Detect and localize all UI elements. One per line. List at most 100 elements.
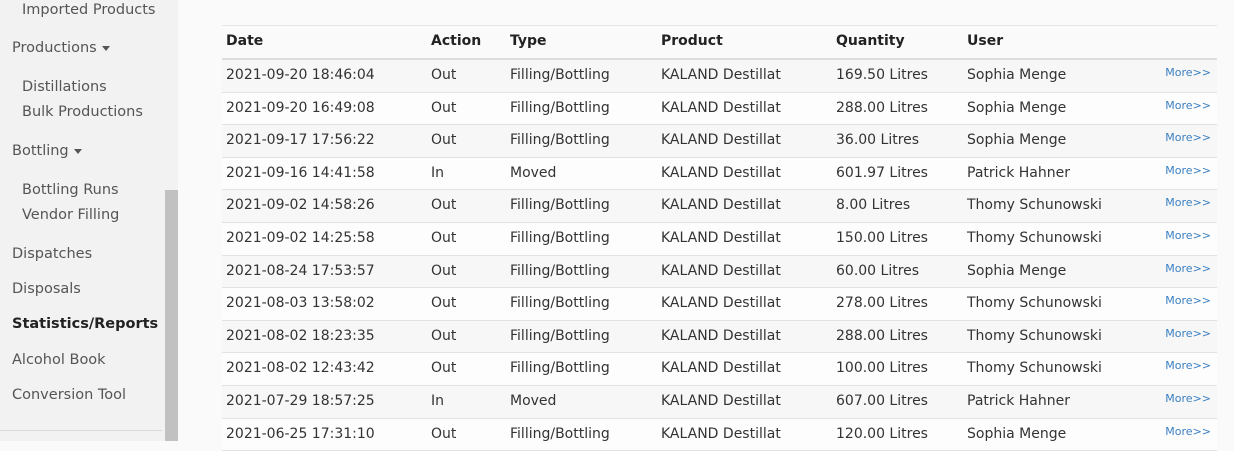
cell-user: Thomy Schunowski [967, 360, 1102, 377]
cell-product: KALAND Destillat [661, 425, 781, 442]
cell-quantity: 288.00 Litres [836, 327, 928, 344]
cell-action: Out [431, 262, 457, 279]
table-body: 2021-09-20 18:46:04 Out Filling/Bottling KA… [222, 60, 1217, 451]
more-link[interactable]: More>> [1165, 99, 1211, 113]
cell-action: Out [431, 99, 457, 116]
more-link[interactable]: More>> [1165, 294, 1211, 308]
cell-product: KALAND Destillat [661, 360, 781, 377]
cell-type: Filling/Bottling [510, 262, 610, 279]
cell-quantity: 607.00 Litres [836, 392, 928, 409]
table-row: 2021-09-02 14:58:26 Out Filling/Bottling KA… [222, 190, 1217, 223]
more-link[interactable]: More>> [1165, 425, 1211, 439]
more-link[interactable]: More>> [1165, 229, 1211, 243]
cell-quantity: 100.00 Litres [836, 360, 928, 377]
cell-type: Filling/Bottling [510, 425, 610, 442]
cell-user: Thomy Schunowski [967, 229, 1102, 246]
cell-user: Sophia Menge [967, 67, 1067, 83]
sidebar-item-disposals[interactable]: Disposals [12, 281, 81, 297]
history-table: Date Action Type Product Quantity User 2… [222, 25, 1217, 451]
cell-type: Filling/Bottling [510, 295, 610, 312]
main-content: Date Action Type Product Quantity User 2… [178, 0, 1234, 451]
cell-date: 2021-08-02 12:43:42 [226, 360, 375, 377]
sidebar-item-statistics-reports[interactable]: Statistics/Reports [12, 316, 158, 332]
sidebar-item-bottling[interactable]: Bottling [12, 143, 82, 159]
sidebar-item-label: Bottling [12, 143, 69, 159]
header-type[interactable]: Type [510, 26, 547, 57]
sidebar-divider [0, 430, 162, 431]
cell-user: Thomy Schunowski [967, 197, 1102, 214]
sidebar-item-dispatches[interactable]: Dispatches [12, 246, 92, 262]
sidebar-item-label: Imported Products [22, 2, 156, 18]
cell-user: Thomy Schunowski [967, 327, 1102, 344]
sidebar-item-bulk-productions[interactable]: Bulk Productions [22, 104, 143, 120]
sidebar-item-vendor-filling[interactable]: Vendor Filling [22, 207, 119, 223]
more-link[interactable]: More>> [1165, 66, 1211, 80]
table-row: 2021-08-24 17:53:57 Out Filling/Bottling KA… [222, 255, 1217, 289]
cell-type: Filling/Bottling [510, 229, 610, 246]
more-link[interactable]: More>> [1165, 392, 1211, 406]
sidebar-item-label: Alcohol Book [12, 352, 106, 368]
table-row: 2021-08-02 18:23:35 Out Filling/Bottling KA… [222, 320, 1217, 354]
sidebar-item-label: Bottling Runs [22, 182, 119, 198]
cell-product: KALAND Destillat [661, 197, 781, 214]
cell-quantity: 60.00 Litres [836, 262, 920, 279]
cell-action: In [431, 392, 445, 409]
table-row: 2021-09-20 18:46:04 Out Filling/Bottling KA… [222, 60, 1217, 93]
cell-user: Sophia Menge [967, 99, 1067, 116]
cell-date: 2021-08-02 18:23:35 [226, 327, 375, 344]
more-link[interactable]: More>> [1165, 327, 1211, 341]
table-row: 2021-08-03 13:58:02 Out Filling/Bottling KA… [222, 288, 1217, 321]
cell-action: Out [431, 360, 457, 377]
sidebar-item-label: Distillations [22, 79, 107, 95]
more-link[interactable]: More>> [1165, 131, 1211, 145]
cell-quantity: 601.97 Litres [836, 164, 928, 181]
header-action[interactable]: Action [431, 26, 481, 57]
sidebar-item-bottling-runs[interactable]: Bottling Runs [22, 182, 119, 198]
more-link[interactable]: More>> [1165, 262, 1211, 276]
cell-date: 2021-07-29 18:57:25 [226, 392, 375, 409]
cell-action: Out [431, 197, 457, 214]
sidebar-item-distillations[interactable]: Distillations [22, 79, 107, 95]
more-link[interactable]: More>> [1165, 359, 1211, 373]
more-link[interactable]: More>> [1165, 196, 1211, 210]
cell-action: Out [431, 67, 457, 83]
sidebar-item-alcohol-book[interactable]: Alcohol Book [12, 352, 106, 368]
cell-product: KALAND Destillat [661, 164, 781, 181]
cell-date: 2021-09-02 14:25:58 [226, 229, 375, 246]
table-row: 2021-06-25 17:31:10 Out Filling/Bottling KA… [222, 418, 1217, 451]
cell-user: Thomy Schunowski [967, 295, 1102, 312]
sidebar-item-label: Dispatches [12, 246, 93, 262]
header-quantity[interactable]: Quantity [836, 26, 905, 57]
sidebar-scrollbar-thumb[interactable] [165, 190, 178, 441]
cell-date: 2021-09-02 14:58:26 [226, 197, 375, 214]
sidebar-item-label: Conversion Tool [12, 387, 127, 403]
cell-user: Sophia Menge [967, 262, 1067, 279]
sidebar-item-conversion-tool[interactable]: Conversion Tool [12, 387, 126, 403]
cell-quantity: 120.00 Litres [836, 425, 928, 442]
header-product[interactable]: Product [661, 26, 723, 57]
table-row: 2021-09-02 14:25:58 Out Filling/Bottling KA… [222, 222, 1217, 256]
sidebar-item-imported-products[interactable]: Imported Products [22, 2, 155, 18]
cell-user: Patrick Hahner [967, 164, 1071, 181]
sidebar-item-label: Bulk Productions [22, 104, 143, 120]
header-user[interactable]: User [967, 26, 1003, 57]
cell-product: KALAND Destillat [661, 67, 781, 83]
cell-date: 2021-09-20 16:49:08 [226, 99, 375, 116]
sidebar-item-productions[interactable]: Productions [12, 40, 110, 56]
cell-action: Out [431, 425, 457, 442]
sidebar: Imported Products Productions Distillati… [0, 0, 178, 441]
cell-action: In [431, 164, 445, 181]
cell-quantity: 169.50 Litres [836, 67, 928, 83]
cell-product: KALAND Destillat [661, 392, 781, 409]
cell-date: 2021-09-20 18:46:04 [226, 67, 375, 83]
more-link[interactable]: More>> [1165, 164, 1211, 178]
cell-date: 2021-08-03 13:58:02 [226, 295, 375, 312]
cell-action: Out [431, 327, 457, 344]
table-row: 2021-07-29 18:57:25 In Moved KALAND Destill… [222, 385, 1217, 419]
cell-type: Filling/Bottling [510, 360, 610, 377]
cell-quantity: 278.00 Litres [836, 295, 928, 312]
header-date[interactable]: Date [226, 26, 263, 57]
sidebar-item-label: Productions [12, 40, 97, 56]
cell-date: 2021-09-17 17:56:22 [226, 132, 375, 149]
cell-user: Patrick Hahner [967, 392, 1071, 409]
